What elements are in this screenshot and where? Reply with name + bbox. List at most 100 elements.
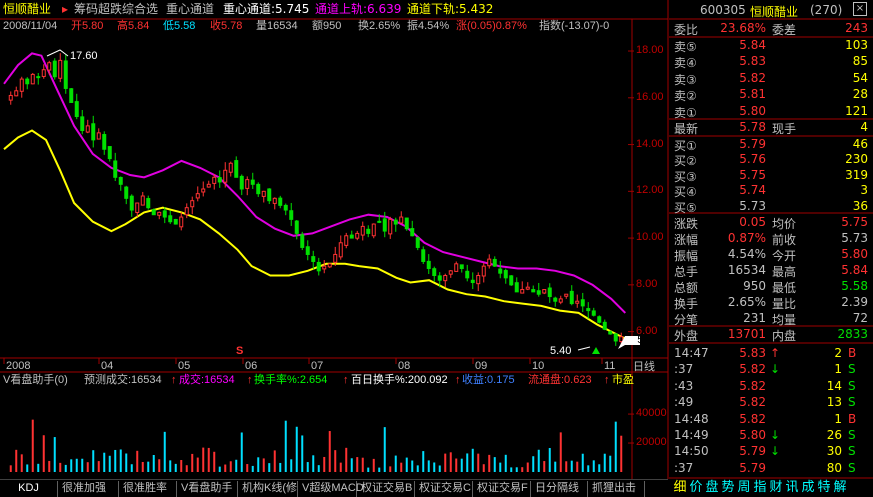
right-tab[interactable]: 指 <box>752 479 768 496</box>
candle-body <box>487 258 492 267</box>
candle-body <box>426 260 431 269</box>
quote-volume: 量16534 <box>256 20 298 32</box>
candle-body <box>47 62 52 71</box>
volume-bar <box>356 457 359 472</box>
stock-name: 恒顺醋业 <box>750 5 799 19</box>
volume-bar <box>339 462 342 472</box>
tick-price: 5.82 <box>739 411 766 426</box>
right-tab[interactable]: 解 <box>832 479 848 496</box>
quote-amount: 额950 <box>312 20 342 32</box>
candle-body <box>300 234 305 248</box>
tick-row: 14:47 5.83 ↑ 2 B <box>672 345 873 362</box>
stats-row: 涨跌 0.05 均价 5.75 <box>672 214 873 231</box>
daily-period-label[interactable]: 日线 <box>633 360 655 373</box>
volume-bar <box>345 447 348 472</box>
tick-row: 14:50 5.79 ↓ 30 S <box>672 443 873 460</box>
indicator-tab[interactable]: 权证交易B <box>357 481 415 497</box>
volume-bar <box>169 460 172 472</box>
stat-value: 0.05 <box>739 215 766 229</box>
candle-body <box>355 232 360 239</box>
month-label: 11 <box>604 360 616 372</box>
indicator-tab[interactable]: KDJ <box>0 481 58 497</box>
hundred-up-arrow-icon: ↑ <box>343 374 349 386</box>
indicator-tab[interactable]: 很准加强 <box>58 481 119 497</box>
quote-change: 涨(0.05)0.87% <box>456 20 527 32</box>
indicator-tab[interactable]: 日分隔线 <box>531 481 588 497</box>
volume-bar <box>620 435 623 472</box>
volume-bar <box>532 456 535 472</box>
volume-bar <box>213 451 216 472</box>
right-tab[interactable]: 特 <box>816 479 832 496</box>
candle-body <box>239 175 244 190</box>
volume-bar <box>125 453 128 472</box>
candle-body <box>613 333 618 342</box>
candle-body <box>520 289 525 294</box>
candle-body <box>245 179 250 189</box>
stock-chart-window: 恒顺醋业 ▸ 筹码超跌综合选 重心通道 重心通道:5.745 通道上轨:6.63… <box>0 0 873 497</box>
candle-body <box>107 146 112 160</box>
volume-bar <box>262 458 265 472</box>
candle-body <box>91 123 96 141</box>
candle-body <box>52 60 57 78</box>
indicator-tab[interactable]: 机构K线(修 <box>238 481 298 497</box>
volume-bar <box>114 449 117 472</box>
indicator-tab[interactable]: 权证交易C <box>415 481 473 497</box>
month-label: 2008 <box>6 360 31 372</box>
candle-body <box>25 78 30 85</box>
price-tick-label: 14.00 <box>636 137 664 150</box>
right-tab[interactable]: 成 <box>800 479 816 496</box>
indicator-tab[interactable]: 很准胜率 <box>119 481 177 497</box>
stat-value: 4.54% <box>727 247 766 261</box>
indicator-tab[interactable]: V超级MACD <box>298 481 364 497</box>
tick-side: S <box>848 362 856 377</box>
indicator-tab[interactable]: V看盘助手 <box>177 481 238 497</box>
candle-body <box>481 265 486 277</box>
volume-bar <box>246 464 249 472</box>
volume-bar <box>433 462 436 472</box>
tick-arrow-icon: ↓ <box>770 362 781 377</box>
neipan-label: 内盘 <box>772 329 797 343</box>
right-tab[interactable]: 细 <box>672 479 688 496</box>
latest-row: 最新 5.78 现手 4 <box>672 119 873 136</box>
volume-bar <box>279 462 282 472</box>
right-tab[interactable]: 讯 <box>784 479 800 496</box>
volume-bar <box>196 457 199 472</box>
channel-bands <box>3 52 627 340</box>
center-line-value: 重心通道:5.745 <box>223 2 310 16</box>
quote-open: 开5.80 <box>71 20 104 32</box>
month-label: 04 <box>101 360 114 372</box>
tick-volume: 30 <box>826 444 842 459</box>
right-tab[interactable]: 盘 <box>704 479 720 496</box>
close-panel-button[interactable]: × <box>853 2 867 16</box>
volume-bar <box>383 427 386 472</box>
right-tab[interactable]: 周 <box>736 479 752 496</box>
candle-body <box>564 293 569 297</box>
candle-body <box>360 225 365 236</box>
candle-body <box>267 188 272 202</box>
tick-time: 14:50 <box>674 444 709 459</box>
volume-bar <box>455 458 458 472</box>
volume-bar <box>312 455 315 472</box>
volume-bar <box>251 465 254 472</box>
indicator-tab[interactable]: 抓狸出击 <box>588 481 645 497</box>
volume-bar <box>86 462 89 472</box>
stat-value: 950 <box>743 279 766 293</box>
upper-band-line <box>3 52 627 314</box>
xianshou-value: 4 <box>860 120 868 134</box>
candle-body <box>113 160 118 178</box>
right-tab[interactable]: 价 <box>688 479 704 496</box>
candle-body <box>432 268 437 276</box>
indicator-title[interactable]: 筹码超跌综合选 <box>74 2 158 16</box>
tick-time: :37 <box>674 460 694 475</box>
indicator-tab[interactable]: 权证交易F <box>473 481 531 497</box>
right-tab[interactable]: 势 <box>720 479 736 496</box>
stats-row: 分笔 231 均量 72 <box>672 310 873 327</box>
quote-turnover: 换2.65% <box>358 20 401 32</box>
upper-band-value: 通道上轨:6.639 <box>315 2 402 16</box>
candle-body <box>228 162 233 173</box>
candle-body <box>316 261 321 272</box>
right-tab[interactable]: 财 <box>768 479 784 496</box>
volume-bar <box>416 465 419 472</box>
ask-row: 卖⑤ 5.84 103 <box>672 37 873 54</box>
candle-body <box>278 197 283 206</box>
